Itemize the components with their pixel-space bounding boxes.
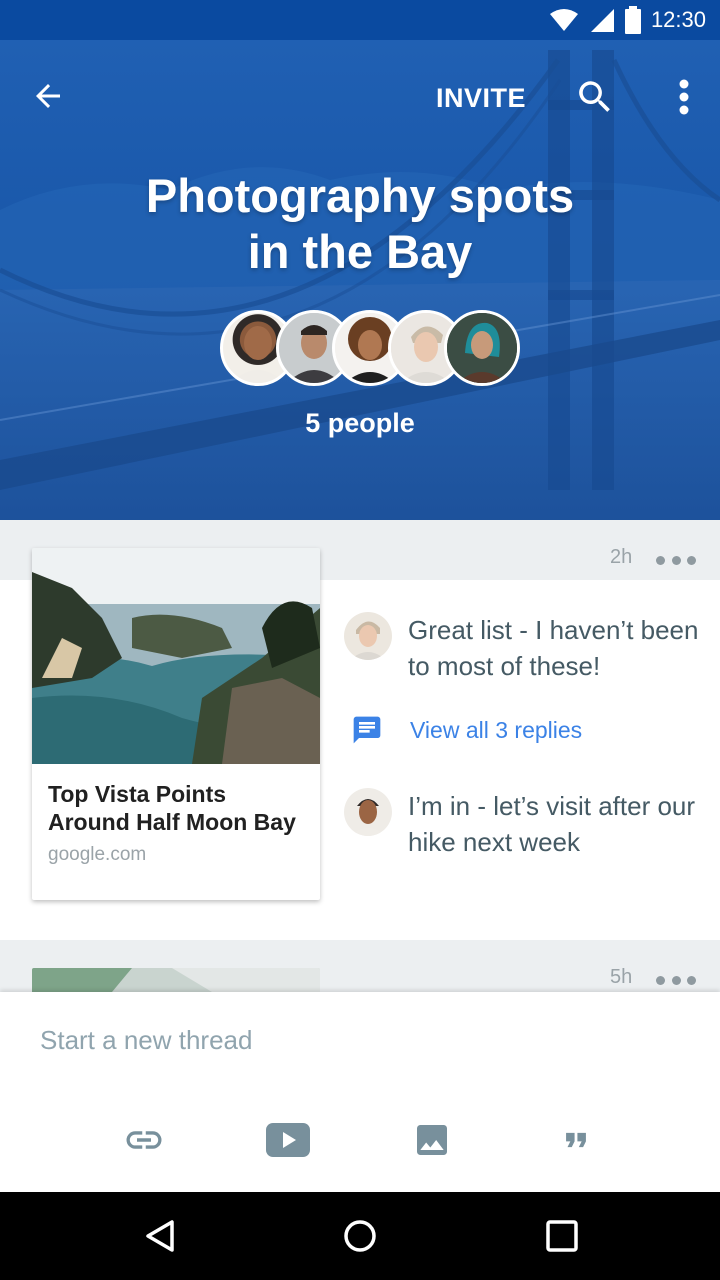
member-avatars[interactable] bbox=[220, 310, 520, 388]
image-icon bbox=[417, 1125, 447, 1155]
comment-avatar[interactable] bbox=[344, 612, 392, 660]
comment-icon bbox=[353, 716, 381, 744]
nav-back-button[interactable] bbox=[136, 1212, 184, 1260]
dot-icon bbox=[656, 975, 665, 985]
dot-icon bbox=[671, 555, 681, 565]
attach-link-button[interactable] bbox=[120, 1116, 168, 1164]
page-title: Photography spots in the Bay bbox=[60, 168, 660, 280]
link-preview-card[interactable] bbox=[32, 968, 320, 992]
nav-recents-button[interactable] bbox=[538, 1212, 586, 1260]
link-source: google.com bbox=[48, 844, 147, 865]
comment: Great list - I haven’t been to most of t… bbox=[344, 612, 704, 692]
attach-video-button[interactable] bbox=[264, 1116, 312, 1164]
group-header: INVITE Photography spots in the Bay 5 pe… bbox=[0, 40, 720, 520]
nav-home-icon bbox=[344, 1220, 376, 1252]
more-vert-icon bbox=[679, 79, 689, 115]
view-replies-label: View all 3 replies bbox=[410, 716, 583, 743]
comment: I’m in - let’s visit after our hike next… bbox=[344, 788, 704, 868]
composer bbox=[0, 992, 720, 1192]
search-icon bbox=[579, 81, 610, 112]
invite-button[interactable]: INVITE bbox=[436, 76, 526, 120]
comment-text: I’m in - let’s visit after our hike next… bbox=[408, 791, 696, 857]
link-title: Top Vista Points Around Half Moon Bay bbox=[48, 781, 296, 835]
dot-icon bbox=[671, 975, 681, 985]
search-button[interactable] bbox=[568, 70, 622, 124]
link-preview-image bbox=[32, 548, 320, 764]
people-count[interactable]: 5 people bbox=[0, 408, 720, 439]
dot-icon bbox=[656, 555, 665, 565]
new-thread-input[interactable] bbox=[40, 1016, 680, 1064]
quote-icon bbox=[566, 1132, 586, 1148]
wifi-icon bbox=[549, 9, 578, 31]
nav-home-button[interactable] bbox=[336, 1212, 384, 1260]
thread-timestamp: 2h bbox=[610, 546, 633, 568]
link-preview-card[interactable]: Top Vista Points Around Half Moon Bay go… bbox=[32, 548, 320, 900]
status-time: 12:30 bbox=[650, 7, 706, 32]
back-button[interactable] bbox=[22, 70, 74, 122]
view-replies-link[interactable]: View all 3 replies bbox=[350, 712, 582, 748]
title-line-1: Photography spots bbox=[145, 169, 575, 222]
youtube-icon bbox=[266, 1123, 310, 1157]
comment-avatar[interactable] bbox=[344, 788, 392, 836]
thread-timestamp: 5h bbox=[610, 966, 633, 988]
thread-more-button[interactable] bbox=[656, 550, 696, 570]
title-line-2: in the Bay bbox=[247, 225, 473, 278]
arrow-back-icon bbox=[36, 84, 60, 108]
cell-signal-icon bbox=[590, 9, 614, 32]
battery-icon bbox=[624, 6, 641, 34]
dot-icon bbox=[687, 975, 696, 985]
avatar[interactable] bbox=[444, 310, 520, 386]
thread-more-button[interactable] bbox=[656, 970, 696, 990]
toolbar: INVITE bbox=[0, 40, 720, 152]
comment-text: Great list - I haven’t been to most of t… bbox=[408, 615, 699, 681]
nav-recents-icon bbox=[546, 1220, 578, 1252]
nav-back-icon bbox=[146, 1220, 174, 1252]
more-options-button[interactable] bbox=[660, 70, 708, 124]
dot-icon bbox=[687, 555, 696, 565]
status-bar: 12:30 bbox=[0, 0, 720, 40]
attach-image-button[interactable] bbox=[408, 1116, 456, 1164]
link-icon bbox=[126, 1131, 162, 1149]
system-nav-bar bbox=[0, 1192, 720, 1280]
attach-quote-button[interactable] bbox=[552, 1116, 600, 1164]
